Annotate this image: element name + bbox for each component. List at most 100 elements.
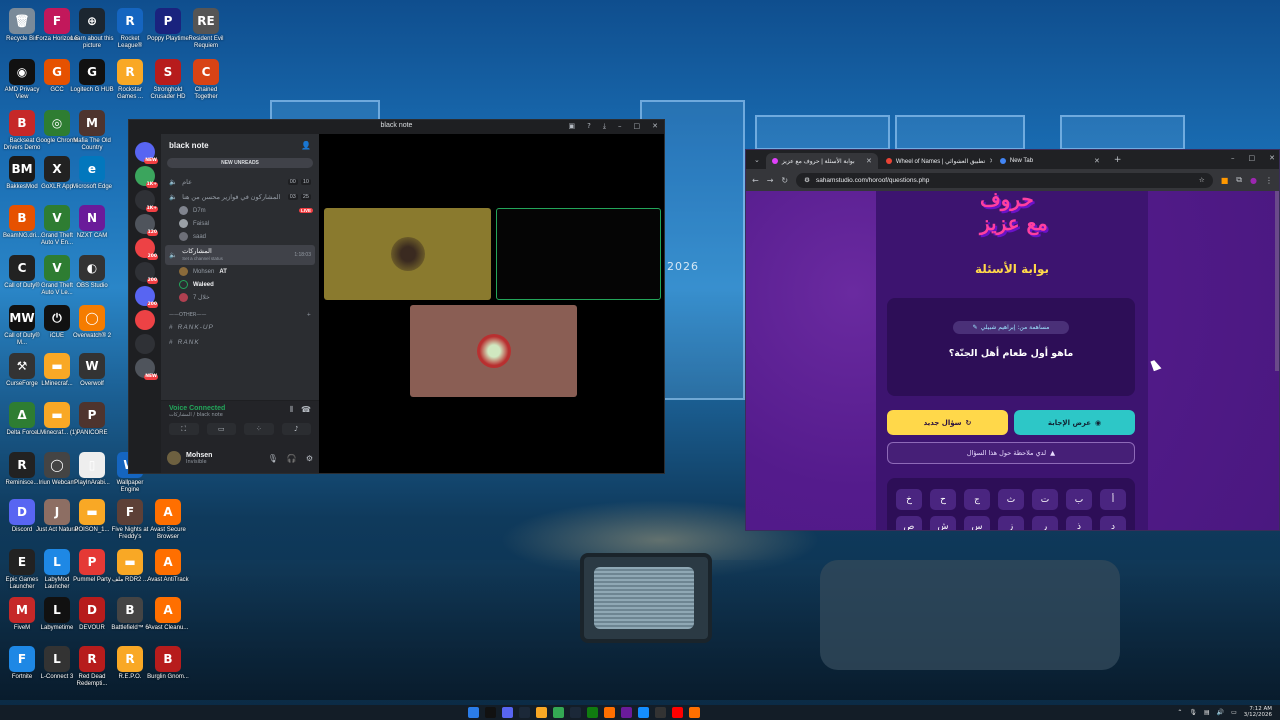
tab-search-icon[interactable]: ⌄	[750, 156, 764, 164]
discord-titlebar[interactable]: black note ▣ ? ⤓ – □ ✕	[129, 120, 664, 134]
volume-icon[interactable]: 🔊	[1217, 709, 1224, 716]
letter-key[interactable]: ب	[1066, 489, 1092, 510]
discord-window[interactable]: black note ▣ ? ⤓ – □ ✕ NEW 1K+ 1K+ 120 2…	[128, 119, 665, 474]
minimize-icon[interactable]: –	[618, 122, 622, 131]
letter-key[interactable]: خ	[896, 489, 922, 510]
capcut-icon[interactable]	[485, 707, 496, 718]
server-icon[interactable]: 200	[135, 262, 158, 284]
category-header[interactable]: ——OTHER—— +	[161, 304, 319, 320]
server-icon[interactable]: 1K+	[135, 166, 158, 188]
battery-icon[interactable]: ▭	[1231, 709, 1237, 716]
folder-icon[interactable]	[536, 707, 547, 718]
tab-wheel-of-names[interactable]: Wheel of Names | تطبيق العشوائي✕	[880, 153, 992, 169]
server-icon[interactable]: NEW	[135, 358, 158, 380]
desktop-icon[interactable]: W Overwolf	[70, 353, 114, 388]
close-tab-icon[interactable]: ✕	[989, 157, 992, 165]
letter-key[interactable]: ذ	[1066, 516, 1092, 530]
letter-key[interactable]: أ	[1100, 489, 1126, 510]
steam-icon[interactable]	[519, 707, 530, 718]
camera-off-button[interactable]: ⛶	[169, 423, 199, 435]
letter-key[interactable]: ص	[896, 516, 922, 530]
voice-user[interactable]: saad	[161, 230, 319, 243]
letter-key[interactable]: ج	[964, 489, 990, 510]
windows-icon[interactable]	[468, 707, 479, 718]
letter-key[interactable]: ر	[1032, 516, 1058, 530]
desktop-icon[interactable]: N NZXT CAM	[70, 205, 114, 240]
user-tile-speaking[interactable]	[496, 208, 661, 300]
avast-browser-icon[interactable]	[689, 707, 700, 718]
avatar[interactable]	[167, 451, 181, 465]
channel-status[interactable]: Set a channel status	[182, 255, 289, 262]
headphones-icon[interactable]: 🎧	[287, 454, 297, 463]
voice-user[interactable]: خلال 7	[161, 291, 319, 304]
settings-gear-icon[interactable]: ⚙	[306, 454, 313, 463]
extension-icon[interactable]: ■	[1221, 176, 1229, 185]
active-voice-channel[interactable]: 🔈 المشاركات Set a channel status 1:18:03	[165, 245, 315, 265]
close-icon[interactable]: ✕	[652, 122, 658, 131]
new-unreads-pill[interactable]: NEW UNREADS	[167, 158, 313, 168]
voice-channel[interactable]: 🔈 المشاركون في فوازير محسن من هنا 03 25	[161, 189, 319, 204]
voice-connected-label[interactable]: Voice Connected	[169, 405, 225, 412]
microphone-icon[interactable]: 🎙	[268, 454, 278, 463]
avast-icon[interactable]	[604, 707, 615, 718]
server-icon[interactable]: 120	[135, 214, 158, 236]
user-tile[interactable]	[410, 305, 577, 397]
voice-user[interactable]: Waleed	[161, 278, 319, 291]
nzxt-icon[interactable]	[621, 707, 632, 718]
desktop-icon[interactable]: P PANICORE	[70, 402, 114, 437]
letter-key[interactable]: ز	[998, 516, 1024, 530]
discord-icon[interactable]	[502, 707, 513, 718]
server-header[interactable]: black note 👤	[161, 134, 319, 156]
text-channel[interactable]: # RANK-UP	[161, 320, 319, 335]
inbox-icon[interactable]: ▣	[569, 122, 576, 131]
soundboard-button[interactable]: ♪	[281, 423, 311, 435]
add-channel-icon[interactable]: +	[307, 312, 311, 318]
desktop-icon[interactable]: ◯ Overwatch® 2	[70, 305, 114, 340]
browser-window[interactable]: ⌄ بوابة الأسئلة | حروف مع عزيز ✕ Wheel of…	[745, 149, 1280, 531]
desktop-icon[interactable]: A Avast Secure Browser	[146, 499, 190, 541]
add-member-icon[interactable]: 👤	[301, 141, 311, 150]
letter-key[interactable]: د	[1100, 516, 1126, 530]
letter-key[interactable]: ث	[998, 489, 1024, 510]
letter-key[interactable]: ت	[1032, 489, 1058, 510]
voice-user[interactable]: D7m LIVE	[161, 204, 319, 217]
voice-channel[interactable]: 🔈 عام 00 10	[161, 174, 319, 189]
activities-button[interactable]: ⁘	[244, 423, 274, 435]
voice-channel-path[interactable]: المشاركات / black note	[169, 412, 225, 418]
voice-user[interactable]: Faisal	[161, 217, 319, 230]
help-icon[interactable]: ?	[587, 122, 591, 131]
user-panel[interactable]: Mohsen Invisible 🎙 🎧 ⚙	[161, 443, 319, 473]
battlenet-icon[interactable]	[638, 707, 649, 718]
text-channel[interactable]: # RANK	[161, 335, 319, 350]
clock[interactable]: 7:12 AM 3/12/2026	[1244, 706, 1272, 718]
back-icon[interactable]: ←	[752, 176, 759, 185]
minimize-icon[interactable]: –	[1231, 154, 1235, 162]
address-bar[interactable]: ⚙ sahamstudio.com/horoof/questions.php ☆	[796, 172, 1213, 188]
tab-new-tab[interactable]: New Tab ✕	[994, 153, 1106, 169]
network-icon[interactable]: ▤	[1204, 709, 1210, 716]
show-answer-button[interactable]: عرض الإجابة ◉	[1014, 410, 1135, 435]
desktop-icon[interactable]: M Mafia The Old Country	[70, 110, 114, 152]
server-icon[interactable]: NEW	[135, 142, 158, 164]
letter-key[interactable]: ح	[930, 489, 956, 510]
scrollbar[interactable]	[1275, 191, 1279, 371]
youtube-icon[interactable]	[672, 707, 683, 718]
close-tab-icon[interactable]: ✕	[1094, 157, 1100, 165]
reload-icon[interactable]: ↻	[781, 176, 788, 185]
profile-icon[interactable]: ●	[1250, 176, 1257, 185]
letter-key[interactable]: ش	[930, 516, 956, 530]
noise-suppression-icon[interactable]: ⫴	[290, 405, 293, 418]
tab-questions[interactable]: بوابة الأسئلة | حروف مع عزيز ✕	[765, 153, 878, 169]
new-tab-button[interactable]: +	[1108, 155, 1128, 165]
extensions-puzzle-icon[interactable]: ⧉	[1236, 175, 1242, 185]
bookmark-star-icon[interactable]: ☆	[1199, 176, 1205, 184]
desktop-icon[interactable]: A Avast AntiTrack	[146, 549, 190, 584]
new-question-button[interactable]: سؤال جديد ↻	[887, 410, 1008, 435]
server-icon[interactable]: 1K+	[135, 190, 158, 212]
server-icon[interactable]	[135, 334, 155, 354]
close-icon[interactable]: ✕	[1269, 154, 1275, 162]
report-note-button[interactable]: لدي ملاحظة حول هذا السؤال ▲	[887, 442, 1135, 464]
server-icon[interactable]: 200	[135, 238, 158, 260]
site-logo[interactable]: حروف مع عزيز	[980, 187, 1048, 235]
user-tile[interactable]	[324, 208, 491, 300]
